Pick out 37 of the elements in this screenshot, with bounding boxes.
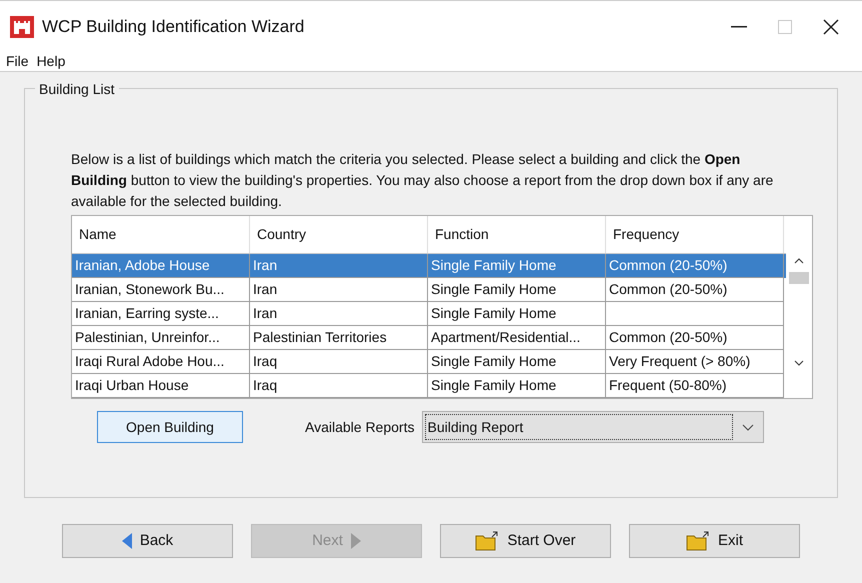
window-title: WCP Building Identification Wizard (42, 16, 304, 38)
folder-icon (686, 531, 710, 551)
table-row[interactable]: Iranian, Earring syste... Iran Single Family Home (72, 302, 786, 326)
close-icon (823, 18, 839, 34)
column-header[interactable]: Name (72, 216, 250, 253)
chevron-down-icon (742, 424, 754, 430)
scroll-down-icon[interactable] (794, 360, 804, 366)
column-header[interactable]: Frequency (606, 216, 784, 253)
nav-button[interactable]: Start Over (440, 524, 611, 558)
left-triangle-icon (122, 533, 132, 549)
reports-dropdown[interactable]: Building Report (422, 411, 764, 443)
reports-label: Available Reports (305, 418, 414, 437)
scroll-thumb[interactable] (789, 272, 809, 284)
table-row[interactable]: Iranian, Stonework Bu... Iran Single Family Home Common (20-50%) (72, 278, 786, 302)
minimize-icon (731, 26, 747, 28)
table-cell: Single Family Home (428, 374, 606, 398)
right-triangle-icon (350, 533, 361, 549)
menu-item[interactable]: Help (36, 51, 66, 72)
open-building-button[interactable]: Open Building (97, 411, 243, 443)
menu-item[interactable]: File (6, 51, 29, 72)
table-cell: Iraqi Urban House (72, 374, 250, 398)
maximize-icon (778, 20, 792, 34)
column-header[interactable]: Function (428, 216, 606, 253)
column-header[interactable]: Country (250, 216, 428, 253)
dropdown-value: Building Report (425, 414, 734, 440)
scroll-up-icon[interactable] (794, 258, 804, 264)
instructions-text: Below is a list of buildings which match the criteria you selected. Please select a building and click the Open Building button to view the building's properties. You may also choose a report from the drop down box if any are available for the selected building. (71, 150, 774, 211)
table-row[interactable]: Iraqi Urban House Iraq Single Family Home Frequent (50-80%) (72, 374, 786, 398)
folder-icon (475, 531, 500, 551)
table-cell: Iraq (250, 374, 428, 398)
table-row[interactable]: Palestinian, Unreinfor... Palestinian Territories Apartment/Residential... Common (20-50%) (72, 326, 786, 350)
nav-button[interactable]: Back (62, 524, 233, 558)
table-cell: Frequent (50-80%) (606, 374, 784, 398)
nav-button[interactable]: Exit (629, 524, 800, 558)
table-row[interactable]: Iranian, Adobe House Iran Single Family Home Common (20-50%) (72, 254, 786, 278)
table-row[interactable]: Iraqi Rural Adobe Hou... Iraq Single Family Home Very Frequent (> 80%) (72, 350, 786, 374)
castle-logo-icon (10, 16, 34, 38)
